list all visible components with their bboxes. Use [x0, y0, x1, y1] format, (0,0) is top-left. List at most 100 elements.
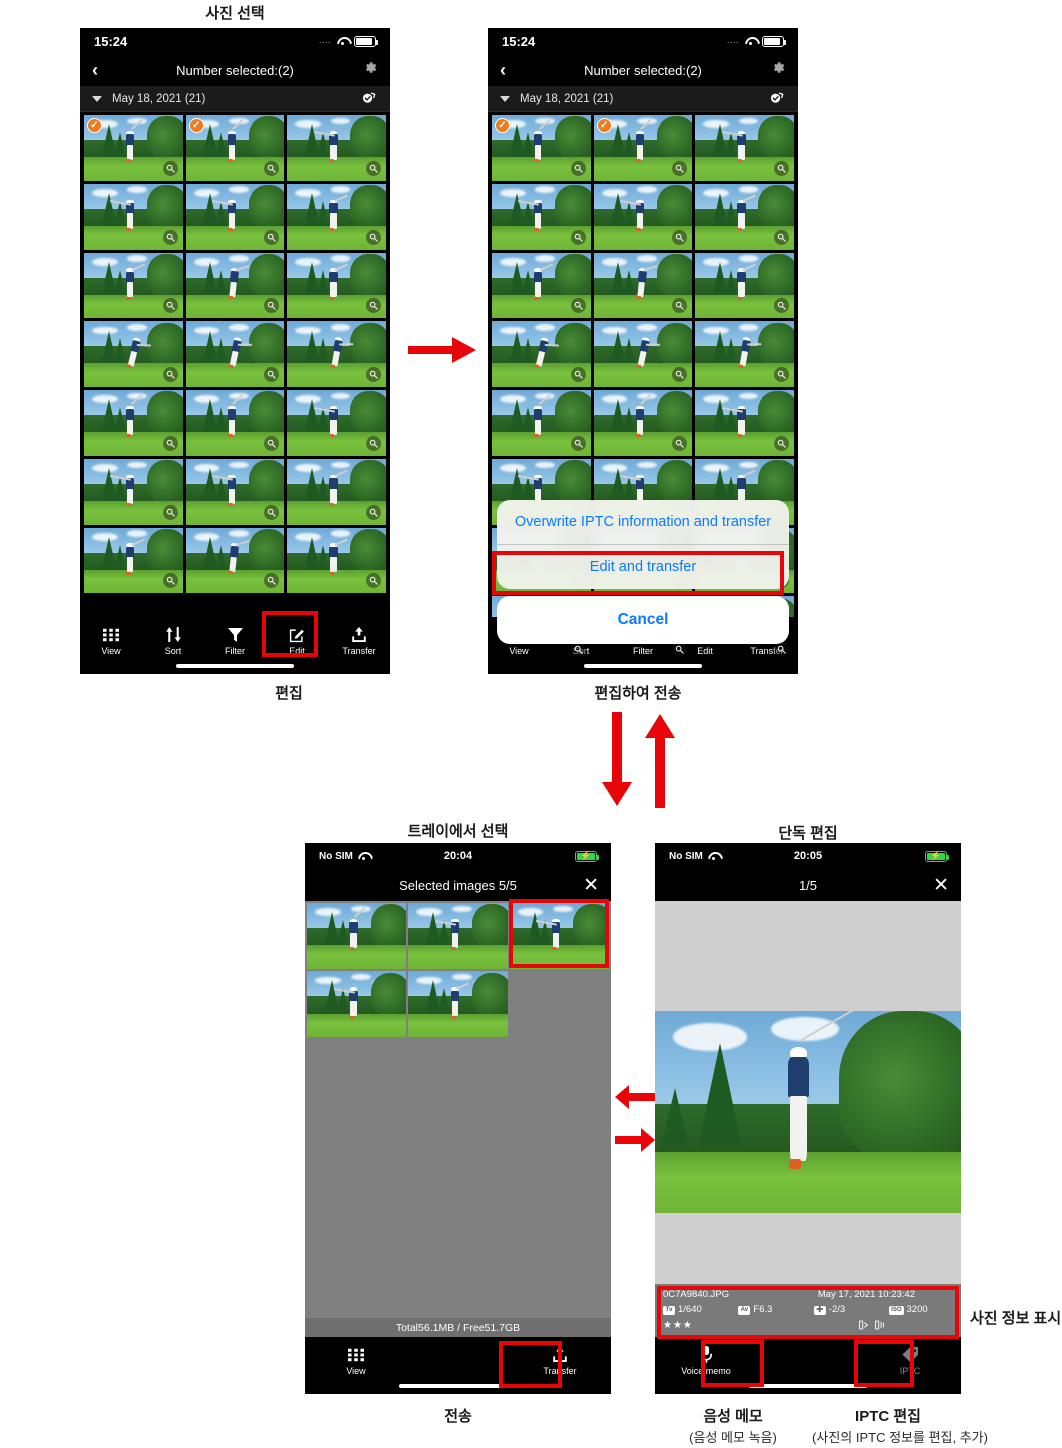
photo-thumbnail[interactable]: [287, 252, 386, 319]
close-x-icon[interactable]: ✕: [933, 876, 949, 895]
tab-iptc[interactable]: IPTC: [859, 1343, 961, 1380]
photo-thumbnail[interactable]: [84, 321, 183, 388]
grid-icon: [348, 1346, 364, 1363]
select-all-icon[interactable]: [361, 90, 378, 108]
photo-thumbnail[interactable]: ✓: [593, 115, 693, 181]
tab-view[interactable]: View: [305, 1343, 407, 1380]
triangle-down-icon[interactable]: [500, 95, 510, 102]
selection-check-icon[interactable]: ✓: [188, 118, 204, 133]
photo-thumbnail[interactable]: [287, 321, 386, 388]
tab-transfer[interactable]: Transfer: [328, 623, 390, 660]
photo-thumbnail[interactable]: [695, 390, 794, 456]
photo-thumbnail[interactable]: [492, 390, 591, 456]
magnifier-icon[interactable]: [570, 160, 586, 176]
tab-edit[interactable]: Edit: [266, 623, 328, 660]
photo-thumbnail[interactable]: [492, 183, 591, 250]
photo-thumbnail[interactable]: [695, 115, 794, 181]
triangle-down-icon[interactable]: [92, 95, 102, 102]
tab-voice-memo[interactable]: Voice memo: [655, 1343, 757, 1380]
photo-thumbnail[interactable]: [287, 183, 386, 250]
action-edit-and-transfer-button[interactable]: Edit and transfer: [497, 545, 789, 589]
photo-thumbnail[interactable]: [593, 183, 693, 250]
action-overwrite-iptc-button[interactable]: Overwrite IPTC information and transfer: [497, 500, 789, 544]
magnifier-icon[interactable]: [162, 229, 178, 245]
magnifier-icon[interactable]: [773, 435, 789, 451]
magnifier-icon[interactable]: [570, 298, 586, 314]
magnifier-icon[interactable]: [162, 298, 178, 314]
tray-thumbnail[interactable]: [408, 903, 508, 970]
photo-thumbnail[interactable]: [593, 252, 693, 319]
magnifier-icon[interactable]: [365, 367, 381, 383]
tray-thumbnail[interactable]: [509, 903, 609, 970]
photo-thumbnail[interactable]: [593, 390, 693, 456]
magnifier-icon[interactable]: [162, 504, 178, 520]
tray-thumbnail[interactable]: [307, 971, 407, 1038]
tab-view[interactable]: View: [80, 623, 142, 660]
date-header[interactable]: May 18, 2021 (21): [488, 86, 798, 112]
photo-thumbnail[interactable]: ✓: [84, 115, 183, 181]
photo-thumbnail[interactable]: [185, 252, 285, 319]
tab-filter[interactable]: Filter: [204, 623, 266, 660]
magnifier-icon[interactable]: [570, 229, 586, 245]
photo-thumbnail[interactable]: [593, 321, 693, 388]
magnifier-icon[interactable]: [264, 504, 280, 520]
photo-thumbnail[interactable]: [185, 321, 285, 388]
chevron-left-icon[interactable]: ‹: [500, 61, 506, 79]
photo-info-bar: 0C7A9840.JPG May 17, 2021 10:23:42 Tv 1/…: [655, 1284, 961, 1338]
photo-thumbnail[interactable]: [695, 321, 794, 388]
gear-icon[interactable]: [771, 60, 786, 80]
photo-thumbnail[interactable]: [84, 390, 183, 456]
tray-thumbnail[interactable]: [307, 903, 407, 970]
selection-check-icon[interactable]: ✓: [87, 118, 102, 133]
arrow-right-1: [408, 337, 476, 363]
photo-thumbnail[interactable]: [185, 183, 285, 250]
photo-thumbnail[interactable]: [287, 115, 386, 181]
photo-thumbnail[interactable]: [185, 390, 285, 456]
photo-thumbnail[interactable]: [287, 527, 386, 594]
tray-grid[interactable]: [305, 901, 611, 1039]
magnifier-icon[interactable]: [365, 229, 381, 245]
tab-transfer[interactable]: Transfer: [509, 1343, 611, 1380]
photo-thumbnail[interactable]: [695, 183, 794, 250]
photo-thumbnail[interactable]: [492, 252, 591, 319]
magnifier-icon[interactable]: [672, 229, 688, 245]
select-all-icon[interactable]: [769, 90, 786, 108]
photo-thumbnail[interactable]: ✓: [492, 115, 591, 181]
photo-thumbnail[interactable]: [695, 252, 794, 319]
tab-sort[interactable]: Sort: [142, 623, 204, 660]
close-x-icon[interactable]: ✕: [583, 876, 599, 895]
photo-thumbnail[interactable]: [84, 527, 183, 594]
gear-icon[interactable]: [363, 60, 378, 80]
magnifier-icon[interactable]: [773, 160, 789, 176]
chevron-left-icon[interactable]: ‹: [92, 61, 98, 79]
photo-thumbnail[interactable]: [84, 252, 183, 319]
date-header[interactable]: May 18, 2021 (21): [80, 86, 390, 112]
magnifier-icon[interactable]: [570, 435, 586, 451]
photo-preview[interactable]: [655, 1011, 961, 1213]
magnifier-icon[interactable]: [162, 160, 178, 176]
home-indicator: [176, 664, 294, 668]
photo-thumbnail[interactable]: ✓: [185, 115, 285, 181]
magnifier-icon[interactable]: [365, 160, 381, 176]
photo-grid[interactable]: ✓ ✓: [80, 112, 390, 597]
photo-thumbnail[interactable]: [287, 458, 386, 525]
photo-thumbnail[interactable]: [287, 390, 386, 456]
magnifier-icon[interactable]: [162, 367, 178, 383]
magnifier-icon[interactable]: [365, 435, 381, 451]
selection-check-icon[interactable]: ✓: [495, 118, 510, 133]
magnifier-icon[interactable]: [264, 229, 280, 245]
magnifier-icon[interactable]: [773, 229, 789, 245]
magnifier-icon[interactable]: [365, 504, 381, 520]
exif-tag-icon: Av: [738, 1305, 751, 1315]
action-cancel-button[interactable]: Cancel: [497, 596, 789, 644]
magnifier-icon[interactable]: [570, 367, 586, 383]
photo-thumbnail[interactable]: [185, 527, 285, 594]
photo-thumbnail[interactable]: [492, 321, 591, 388]
photo-thumbnail[interactable]: [84, 458, 183, 525]
tray-thumbnail[interactable]: [408, 971, 508, 1038]
magnifier-icon[interactable]: [773, 367, 789, 383]
magnifier-icon[interactable]: [162, 435, 178, 451]
selection-check-icon[interactable]: ✓: [596, 118, 612, 133]
photo-thumbnail[interactable]: [84, 183, 183, 250]
photo-thumbnail[interactable]: [185, 458, 285, 525]
